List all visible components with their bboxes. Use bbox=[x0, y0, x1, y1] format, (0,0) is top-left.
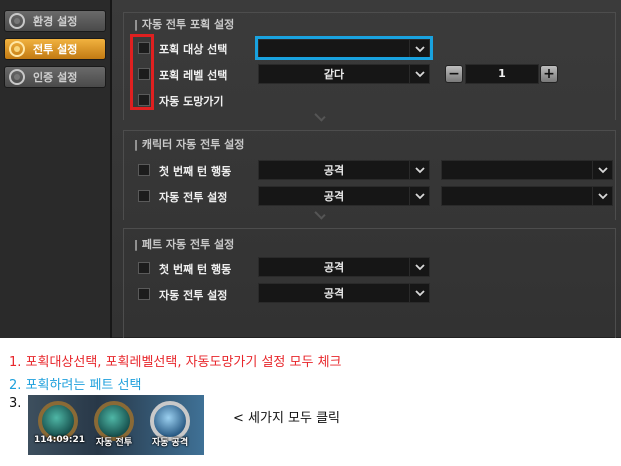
click-all-three-note: < 세가지 모두 클릭 bbox=[233, 411, 341, 426]
tab-label: 전투 설정 bbox=[33, 43, 78, 56]
auto-attack-skill-button[interactable]: 자동 공격 bbox=[146, 401, 194, 449]
auto-flee-label: 자동 도망가기 bbox=[159, 95, 224, 108]
tab-battle-settings[interactable]: 전투 설정 bbox=[4, 38, 106, 60]
auto-battle-skill-button[interactable]: 자동 전투 bbox=[90, 401, 138, 449]
pet-first-turn-label: 첫 번째 턴 행동 bbox=[159, 263, 232, 276]
character-first-turn-dropdown[interactable]: 공격 bbox=[258, 160, 430, 180]
battle-settings-panel: 환경 설정 전투 설정 인증 설정 | 자동 전투 포획 설정 포획 대상 선택… bbox=[0, 0, 621, 338]
capture-section-title: | 자동 전투 포획 설정 bbox=[134, 18, 235, 31]
pet-auto-battle-label: 자동 전투 설정 bbox=[159, 289, 228, 302]
capture-level-dropdown[interactable]: 같다 bbox=[258, 64, 430, 84]
character-auto-battle-dropdown[interactable]: 공격 bbox=[258, 186, 430, 206]
level-plus-button[interactable]: + bbox=[540, 65, 558, 83]
settings-tabs: 환경 설정 전투 설정 인증 설정 bbox=[0, 0, 112, 338]
character-auto-battle-secondary-dropdown[interactable] bbox=[441, 186, 613, 206]
tab-auth-settings[interactable]: 인증 설정 bbox=[4, 66, 106, 88]
skill-caption: 114:09:21 bbox=[34, 435, 86, 445]
capture-target-label: 포획 대상 선택 bbox=[159, 43, 228, 56]
timer-skill-button[interactable]: 114:09:21 bbox=[34, 401, 86, 449]
skill-buttons-strip: 114:09:21 자동 전투 자동 공격 bbox=[28, 395, 204, 455]
character-auto-battle-checkbox[interactable] bbox=[138, 190, 150, 202]
chevron-down-icon bbox=[409, 161, 429, 179]
level-value-field[interactable]: 1 bbox=[465, 64, 539, 84]
pet-first-turn-dropdown[interactable]: 공격 bbox=[258, 257, 430, 277]
tab-environment-settings[interactable]: 환경 설정 bbox=[4, 10, 106, 32]
skill-caption: 자동 공격 bbox=[151, 438, 189, 448]
blue-highlight-box bbox=[255, 36, 433, 60]
chevron-down-icon bbox=[409, 65, 429, 83]
swirl-icon bbox=[9, 69, 25, 85]
character-section-title: | 캐릭터 자동 전투 설정 bbox=[134, 138, 245, 151]
pet-section-title: | 페트 자동 전투 설정 bbox=[134, 238, 235, 251]
instruction-step-1: 1. 포획대상선택, 포획레벨선택, 자동도망가기 설정 모두 체크 bbox=[9, 355, 342, 370]
swirl-icon bbox=[9, 13, 25, 29]
tab-label: 환경 설정 bbox=[33, 15, 78, 28]
capture-level-label: 포획 레벨 선택 bbox=[159, 69, 228, 82]
instruction-step-3: 3. bbox=[9, 396, 22, 411]
character-first-turn-checkbox[interactable] bbox=[138, 164, 150, 176]
pet-first-turn-checkbox[interactable] bbox=[138, 262, 150, 274]
chevron-down-icon bbox=[592, 187, 612, 205]
chevron-down-icon bbox=[409, 284, 429, 302]
chevron-down-icon bbox=[592, 161, 612, 179]
tab-label: 인증 설정 bbox=[33, 71, 78, 84]
red-highlight-box bbox=[130, 34, 154, 110]
instruction-step-2: 2. 포획하려는 페트 선택 bbox=[9, 378, 142, 393]
pet-auto-battle-dropdown[interactable]: 공격 bbox=[258, 283, 430, 303]
character-auto-battle-label: 자동 전투 설정 bbox=[159, 191, 228, 204]
skill-caption: 자동 전투 bbox=[95, 438, 133, 448]
character-first-turn-secondary-dropdown[interactable] bbox=[441, 160, 613, 180]
chevron-down-icon bbox=[409, 187, 429, 205]
chevron-down-icon bbox=[409, 258, 429, 276]
pet-auto-battle-checkbox[interactable] bbox=[138, 288, 150, 300]
level-minus-button[interactable]: − bbox=[445, 65, 463, 83]
character-first-turn-label: 첫 번째 턴 행동 bbox=[159, 165, 232, 178]
swirl-icon bbox=[9, 41, 25, 57]
